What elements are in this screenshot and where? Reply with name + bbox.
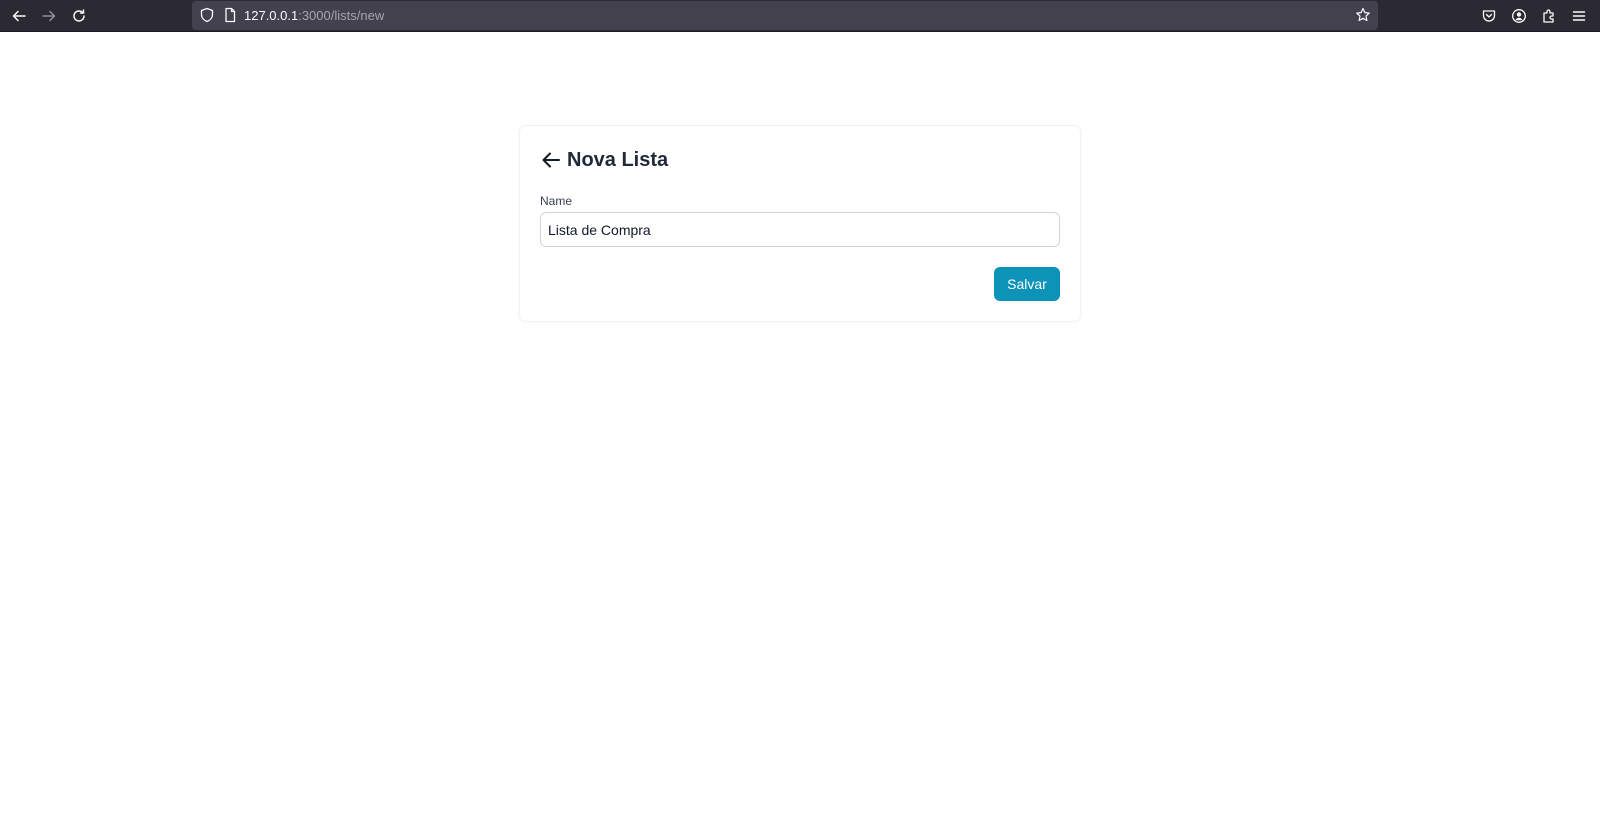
page-icon[interactable] — [222, 7, 238, 23]
reload-icon[interactable] — [67, 4, 91, 28]
pocket-icon[interactable] — [1477, 4, 1501, 28]
browser-toolbar: 127.0.0.1:3000/lists/new — [0, 0, 1600, 32]
shield-icon[interactable] — [199, 7, 215, 23]
back-arrow-icon[interactable] — [540, 149, 562, 171]
back-icon[interactable] — [7, 4, 31, 28]
name-input[interactable] — [540, 212, 1060, 247]
page-title: Nova Lista — [567, 149, 669, 171]
menu-icon[interactable] — [1567, 4, 1591, 28]
save-button[interactable]: Salvar — [994, 267, 1060, 301]
forward-icon[interactable] — [37, 4, 61, 28]
url-path: :3000/lists/new — [298, 8, 385, 23]
url-host: 127.0.0.1 — [244, 8, 299, 23]
account-icon[interactable] — [1507, 4, 1531, 28]
extensions-icon[interactable] — [1537, 4, 1561, 28]
name-label: Name — [540, 194, 573, 208]
star-icon[interactable] — [1355, 7, 1371, 23]
url-text[interactable]: 127.0.0.1:3000/lists/new — [244, 7, 384, 25]
